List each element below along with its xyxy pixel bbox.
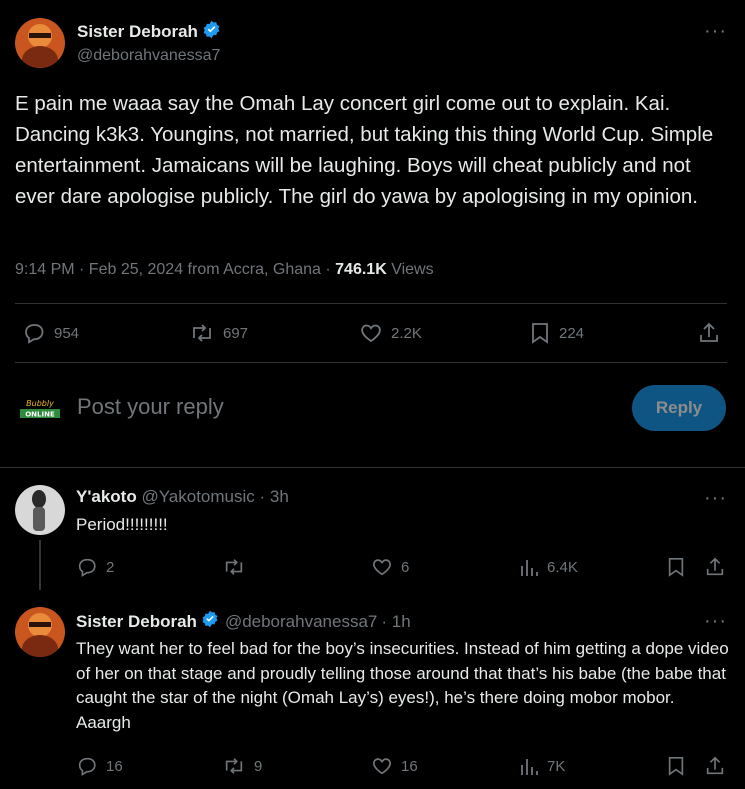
reply-time[interactable]: · 1h xyxy=(381,612,410,632)
like-action-button[interactable]: 2.2K xyxy=(359,321,422,345)
reply-button[interactable]: Reply xyxy=(632,385,726,431)
reply-avatar[interactable] xyxy=(15,607,65,657)
repost-icon xyxy=(225,559,243,575)
author-handle[interactable]: @deborahvanessa7 xyxy=(77,47,220,65)
reply-text: Period!!!!!!!!! xyxy=(76,515,168,534)
reply-handle[interactable]: @Yakotomusic xyxy=(141,487,254,506)
tweet-meta: 9:14 PM · Feb 25, 2024 from Accra, Ghana… xyxy=(15,261,434,279)
analytics-icon xyxy=(521,560,538,576)
heart-icon xyxy=(361,324,381,343)
divider xyxy=(15,362,727,363)
reply-action-button[interactable]: 16 xyxy=(76,755,123,777)
reply-input[interactable]: Post your reply xyxy=(77,394,597,420)
reply-handle[interactable]: @deborahvanessa7 xyxy=(225,612,377,632)
bookmark-icon xyxy=(532,323,548,344)
more-options-icon[interactable]: ··· xyxy=(704,20,727,43)
divider xyxy=(0,467,745,468)
reply-author-name[interactable]: Sister Deborah xyxy=(76,612,197,632)
repost-action-button[interactable] xyxy=(222,556,254,578)
bookmark-icon[interactable] xyxy=(666,556,686,583)
reply-avatar[interactable] xyxy=(15,485,65,535)
like-action-button[interactable]: 16 xyxy=(371,755,418,777)
tweet-text: E pain me waaa say the Omah Lay concert … xyxy=(15,92,714,208)
more-options-icon[interactable]: ··· xyxy=(704,610,727,633)
reply-icon xyxy=(78,757,96,776)
reply-time[interactable]: · 3h xyxy=(260,487,289,506)
views-action-button[interactable]: 7K xyxy=(519,755,565,777)
thread-line xyxy=(39,540,41,590)
heart-icon xyxy=(373,559,391,576)
reply-icon xyxy=(78,558,96,577)
bookmark-icon[interactable] xyxy=(666,755,686,782)
reply-author-name[interactable]: Y'akoto xyxy=(76,487,137,506)
reply-action-button[interactable]: 2 xyxy=(76,556,114,578)
author-name[interactable]: Sister Deborah xyxy=(77,22,198,42)
divider xyxy=(15,303,727,304)
verified-badge-icon xyxy=(202,20,221,44)
current-user-logo: Bubbly ONLINE xyxy=(18,396,62,420)
views-count: 746.1K xyxy=(335,261,387,278)
heart-icon xyxy=(373,758,391,775)
repost-action-button[interactable]: 697 xyxy=(189,321,248,345)
share-icon[interactable] xyxy=(704,755,726,782)
views-label: Views xyxy=(386,261,434,278)
reply-text: They want her to feel bad for the boy’s … xyxy=(76,639,729,732)
repost-icon xyxy=(193,324,211,342)
bookmark-action-button[interactable]: 224 xyxy=(529,321,584,345)
verified-badge-icon xyxy=(201,610,219,633)
reply-action-button[interactable]: 954 xyxy=(22,321,79,345)
author-avatar[interactable] xyxy=(15,18,65,68)
analytics-icon xyxy=(521,759,538,775)
like-action-button[interactable]: 6 xyxy=(371,556,409,578)
share-icon[interactable] xyxy=(697,321,721,350)
more-options-icon[interactable]: ··· xyxy=(704,487,727,510)
views-action-button[interactable]: 6.4K xyxy=(519,556,578,578)
repost-icon xyxy=(225,758,243,774)
repost-action-button[interactable]: 9 xyxy=(222,755,262,777)
share-icon[interactable] xyxy=(704,556,726,583)
reply-icon xyxy=(25,324,44,344)
svg-text:ONLINE: ONLINE xyxy=(25,411,55,419)
tweet-timestamp[interactable]: 9:14 PM · Feb 25, 2024 from Accra, Ghana… xyxy=(15,261,335,278)
svg-text:Bubbly: Bubbly xyxy=(26,399,54,408)
